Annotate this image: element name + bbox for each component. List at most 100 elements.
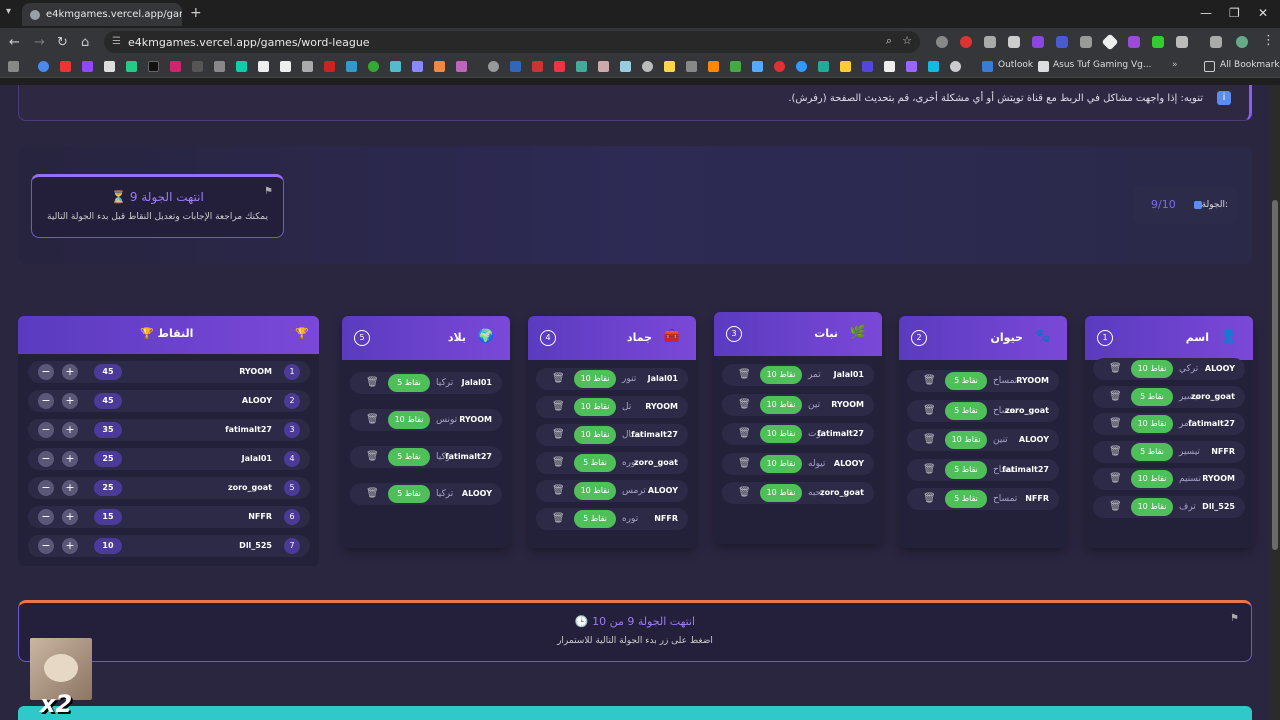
site-info-icon[interactable]: ☰ bbox=[112, 36, 121, 47]
trash-icon[interactable]: 🗑 bbox=[366, 377, 379, 388]
decrease-score-button[interactable]: − bbox=[38, 480, 54, 496]
bookmark-icon[interactable] bbox=[38, 61, 49, 72]
bookmark-icon[interactable] bbox=[82, 61, 93, 72]
points-badge[interactable]: 5 نقاط bbox=[574, 454, 616, 472]
trash-icon[interactable]: 🗑 bbox=[738, 428, 751, 439]
new-tab-icon[interactable]: + bbox=[190, 5, 202, 21]
bookmark-icon[interactable] bbox=[928, 61, 939, 72]
points-badge[interactable]: 5 نقاط bbox=[1131, 387, 1173, 406]
bookmark-icon[interactable] bbox=[818, 61, 829, 72]
points-badge[interactable]: 10 نقاط bbox=[1131, 360, 1173, 378]
bookmark-icon[interactable] bbox=[664, 61, 675, 72]
bookmark-icon[interactable] bbox=[214, 61, 225, 72]
bookmark-icon[interactable] bbox=[906, 61, 917, 72]
close-window-icon[interactable]: ✕ bbox=[1258, 6, 1268, 20]
bookmark-icon[interactable] bbox=[686, 61, 697, 72]
bookmark-icon[interactable] bbox=[192, 61, 203, 72]
bookmark-outlook[interactable]: Outlook bbox=[998, 60, 1033, 70]
reading-list-icon[interactable] bbox=[1210, 36, 1222, 48]
points-badge[interactable]: 10 نقاط bbox=[574, 398, 616, 416]
points-badge[interactable]: 10 نقاط bbox=[945, 431, 987, 449]
maximize-icon[interactable]: ❐ bbox=[1229, 6, 1240, 20]
decrease-score-button[interactable]: − bbox=[38, 422, 54, 438]
address-bar[interactable]: ☰ e4kmgames.vercel.app/games/word-league… bbox=[104, 31, 920, 53]
bookmark-icon[interactable] bbox=[532, 61, 543, 72]
bookmark-icon[interactable] bbox=[456, 61, 467, 72]
bookmark-icon[interactable] bbox=[884, 61, 895, 72]
increase-score-button[interactable]: + bbox=[62, 422, 78, 438]
menu-icon[interactable]: ⋮ bbox=[1262, 33, 1275, 48]
extension-icon[interactable] bbox=[960, 36, 972, 48]
trash-icon[interactable]: 🗑 bbox=[1109, 363, 1122, 374]
all-bookmarks[interactable]: All Bookmarks bbox=[1220, 60, 1280, 70]
bookmark-icon[interactable] bbox=[730, 61, 741, 72]
bookmark-icon[interactable] bbox=[840, 61, 851, 72]
increase-score-button[interactable]: + bbox=[62, 393, 78, 409]
bookmark-icon[interactable] bbox=[148, 61, 159, 72]
bookmark-asus[interactable]: Asus Tuf Gaming Vg... bbox=[1053, 60, 1151, 70]
bookmark-icon[interactable] bbox=[620, 61, 631, 72]
trash-icon[interactable]: 🗑 bbox=[1109, 501, 1122, 512]
increase-score-button[interactable]: + bbox=[62, 480, 78, 496]
bookmark-icon[interactable] bbox=[752, 61, 763, 72]
points-badge[interactable]: 10 نقاط bbox=[1131, 497, 1173, 516]
increase-score-button[interactable]: + bbox=[62, 451, 78, 467]
points-badge[interactable]: 5 نقاط bbox=[1131, 442, 1173, 461]
points-badge[interactable]: 10 نقاط bbox=[760, 425, 802, 443]
trash-icon[interactable]: 🗑 bbox=[552, 429, 565, 440]
outlook-icon[interactable] bbox=[982, 61, 993, 72]
trash-icon[interactable]: 🗑 bbox=[1109, 446, 1122, 457]
bookmark-icon[interactable] bbox=[258, 61, 269, 72]
trash-icon[interactable]: 🗑 bbox=[738, 458, 751, 469]
decrease-score-button[interactable]: − bbox=[38, 451, 54, 467]
trash-icon[interactable]: 🗑 bbox=[923, 375, 936, 386]
decrease-score-button[interactable]: − bbox=[38, 364, 54, 380]
points-badge[interactable]: 5 نقاط bbox=[388, 448, 430, 466]
tab-search-icon[interactable]: ▾ bbox=[6, 6, 11, 17]
points-badge[interactable]: 5 نقاط bbox=[574, 510, 616, 528]
home-icon[interactable]: ⌂ bbox=[81, 35, 89, 50]
trash-icon[interactable]: 🗑 bbox=[552, 457, 565, 468]
profile-avatar[interactable] bbox=[1236, 36, 1248, 48]
points-badge[interactable]: 5 نقاط bbox=[945, 372, 987, 390]
bookmark-icon[interactable] bbox=[60, 61, 71, 72]
extension-icon[interactable] bbox=[1056, 36, 1068, 48]
trash-icon[interactable]: 🗑 bbox=[552, 401, 565, 412]
decrease-score-button[interactable]: − bbox=[38, 538, 54, 554]
asus-icon[interactable] bbox=[1038, 61, 1049, 72]
trash-icon[interactable]: 🗑 bbox=[923, 405, 936, 416]
bookmark-icon[interactable] bbox=[390, 61, 401, 72]
back-icon[interactable]: ← bbox=[9, 35, 20, 50]
points-badge[interactable]: 5 نقاط bbox=[388, 374, 430, 392]
extension-icon[interactable] bbox=[936, 36, 948, 48]
increase-score-button[interactable]: + bbox=[62, 509, 78, 525]
trash-icon[interactable]: 🗑 bbox=[552, 373, 565, 384]
bookmark-icon[interactable] bbox=[950, 61, 961, 72]
trash-icon[interactable]: 🗑 bbox=[366, 488, 379, 499]
points-badge[interactable]: 10 نقاط bbox=[760, 484, 802, 502]
bookmark-icon[interactable] bbox=[796, 61, 807, 72]
bookmark-icon[interactable] bbox=[708, 61, 719, 72]
bookmark-star-icon[interactable]: ☆ bbox=[902, 34, 912, 47]
bookmark-icon[interactable] bbox=[412, 61, 423, 72]
minimize-icon[interactable]: — bbox=[1200, 6, 1212, 20]
bookmark-icon[interactable] bbox=[104, 61, 115, 72]
bookmark-icon[interactable] bbox=[368, 61, 379, 72]
extension-icon[interactable] bbox=[1008, 36, 1020, 48]
trash-icon[interactable]: 🗑 bbox=[1109, 391, 1122, 402]
points-badge[interactable]: 5 نقاط bbox=[945, 460, 987, 479]
trash-icon[interactable]: 🗑 bbox=[366, 451, 379, 462]
points-badge[interactable]: 10 نقاط bbox=[1131, 470, 1173, 488]
bookmark-icon[interactable] bbox=[642, 61, 653, 72]
scrollbar-thumb[interactable] bbox=[1272, 200, 1278, 550]
bookmark-icon[interactable] bbox=[488, 61, 499, 72]
bookmark-icon[interactable] bbox=[774, 61, 785, 72]
trash-icon[interactable]: 🗑 bbox=[1109, 473, 1122, 484]
trash-icon[interactable]: 🗑 bbox=[923, 493, 936, 504]
start-next-round-button[interactable] bbox=[18, 706, 1252, 720]
points-badge[interactable]: 10 نقاط bbox=[1131, 415, 1173, 433]
chevron-right-icon[interactable]: » bbox=[1172, 60, 1178, 70]
points-badge[interactable]: 10 نقاط bbox=[574, 482, 616, 500]
decrease-score-button[interactable]: − bbox=[38, 509, 54, 525]
points-badge[interactable]: 10 نقاط bbox=[574, 370, 616, 388]
